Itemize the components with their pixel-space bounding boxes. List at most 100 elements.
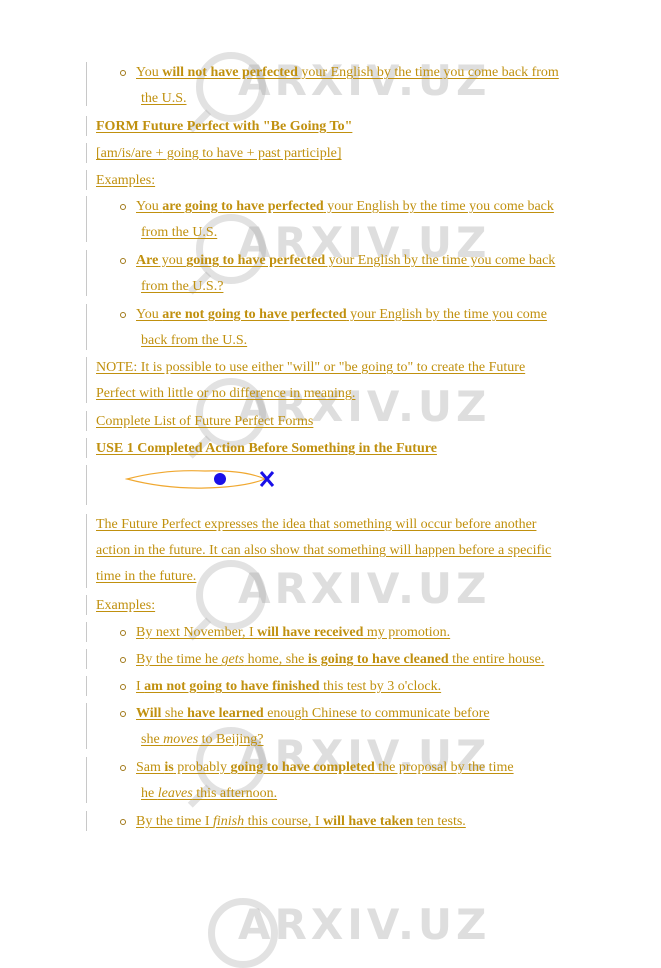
example-link[interactable]: By the time I finish this course, I will… [136, 814, 466, 830]
bullet-icon [120, 684, 126, 690]
examples-label[interactable]: Examples: [96, 173, 155, 189]
watermark-magnifier-icon [208, 898, 278, 968]
bullet-icon [120, 819, 126, 825]
text: your English by the time you come back f… [297, 65, 559, 80]
text: the entire house. [448, 652, 545, 667]
bullet-icon [120, 70, 126, 76]
verb-phrase: have learned [187, 706, 264, 721]
example-link-continuation[interactable]: the U.S. [141, 91, 187, 107]
example-item: Will she have learned enough Chinese to … [86, 703, 617, 749]
example-item: Are you going to have perfected your Eng… [86, 250, 617, 296]
text: You [136, 199, 163, 214]
use1-description-line[interactable]: The Future Perfect expresses the idea th… [96, 517, 536, 533]
bullet-icon [120, 312, 126, 318]
example-link-continuation[interactable]: back from the U.S. [141, 333, 247, 349]
text: Sam [136, 760, 165, 775]
text: this course, I [244, 814, 324, 829]
text: By the time I [136, 814, 213, 829]
text: By the time he [136, 652, 222, 667]
document-page: ARXIV.UZ ARXIV.UZ ARXIV.UZ ARXIV.UZ ARXI… [0, 0, 661, 968]
example-link-continuation[interactable]: from the U.S. [141, 225, 217, 241]
example-item: You are going to have perfected your Eng… [86, 196, 617, 242]
verb-phrase: will not have perfected [162, 65, 298, 80]
use1-description-line[interactable]: action in the future. It can also show t… [96, 543, 551, 559]
bullet-icon [120, 711, 126, 717]
note-text[interactable]: NOTE: It is possible to use either "will… [96, 360, 525, 376]
note-text-continuation[interactable]: Perfect with little or no difference in … [96, 386, 355, 402]
italic-verb: moves [163, 732, 199, 747]
verb-phrase: are going to have perfected [162, 199, 324, 214]
examples-label[interactable]: Examples: [96, 598, 155, 614]
form-formula-row: [am/is/are + going to have + past partic… [86, 143, 617, 163]
bullet-icon [120, 657, 126, 663]
timeline-diagram-row [86, 465, 617, 505]
text: she [161, 706, 188, 721]
text: your English by the time you come back [323, 199, 554, 214]
text: probably [173, 760, 231, 775]
text: to Beijing? [198, 732, 264, 747]
text: You [136, 307, 163, 322]
example-link[interactable]: Sam is probably going to have completed … [136, 760, 514, 776]
watermark: ARXIV.UZ [238, 900, 491, 949]
form-formula[interactable]: [am/is/are + going to have + past partic… [96, 146, 342, 162]
verb-phrase: Will [136, 706, 162, 721]
example-link[interactable]: I am not going to have finished this tes… [136, 679, 441, 695]
note-row: NOTE: It is possible to use either "will… [86, 357, 617, 403]
example-item: By the time he gets home, she is going t… [86, 649, 617, 669]
example-link[interactable]: You will not have perfected your English… [136, 65, 559, 81]
example-link[interactable]: You are going to have perfected your Eng… [136, 199, 554, 215]
text: your English by the time you come [346, 307, 547, 322]
examples-label-row: Examples: [86, 170, 617, 190]
text: this afternoon. [192, 786, 278, 801]
example-link-continuation[interactable]: she moves to Beijing? [141, 732, 264, 748]
bullet-icon [120, 258, 126, 264]
complete-list-row: Complete List of Future Perfect Forms [86, 411, 617, 431]
example-link[interactable]: By the time he gets home, she is going t… [136, 652, 544, 668]
timeline-dot-icon [214, 473, 226, 485]
italic-verb: leaves [157, 786, 193, 801]
example-link-continuation[interactable]: from the U.S.? [141, 279, 223, 295]
text: You [136, 65, 163, 80]
verb-phrase: going to have perfected [186, 253, 326, 268]
verb-phrase: is going to have cleaned [307, 652, 449, 667]
use1-description-line[interactable]: time in the future. [96, 569, 196, 585]
text: I [136, 679, 145, 694]
text: your English by the time you come back [325, 253, 556, 268]
verb-phrase: am not going to have finished [144, 679, 320, 694]
verb-phrase: are not going to have perfected [162, 307, 347, 322]
verb-phrase: will have taken [323, 814, 414, 829]
example-link[interactable]: Are you going to have perfected your Eng… [136, 253, 555, 269]
example-item: Sam is probably going to have completed … [86, 757, 617, 803]
italic-verb: finish [213, 814, 245, 829]
timeline-x-icon [259, 471, 275, 487]
text: enough Chinese to communicate before [263, 706, 490, 721]
examples-label-row: Examples: [86, 595, 617, 615]
text: my promotion. [363, 625, 451, 640]
example-link[interactable]: You are not going to have perfected your… [136, 307, 547, 323]
use1-heading[interactable]: USE 1 Completed Action Before Something … [96, 441, 437, 457]
example-link[interactable]: Will she have learned enough Chinese to … [136, 706, 490, 722]
complete-list-link[interactable]: Complete List of Future Perfect Forms [96, 414, 313, 430]
text: ten tests. [413, 814, 466, 829]
timeline-ellipse [125, 470, 267, 489]
timeline-diagram [125, 470, 275, 489]
verb-phrase: will have received [257, 625, 364, 640]
verb-phrase: is [164, 760, 174, 775]
bullet-icon [120, 765, 126, 771]
example-item: By next November, I will have received m… [86, 622, 617, 642]
text: By next November, I [136, 625, 258, 640]
text: she [141, 732, 164, 747]
text: the proposal by the time [374, 760, 514, 775]
example-item: You are not going to have perfected your… [86, 304, 617, 350]
form-heading[interactable]: FORM Future Perfect with "Be Going To" [96, 119, 352, 135]
text: this test by 3 o'clock. [319, 679, 442, 694]
text: you [158, 253, 187, 268]
italic-verb: gets [221, 652, 245, 667]
example-link-continuation[interactable]: he leaves this afternoon. [141, 786, 277, 802]
use1-heading-row: USE 1 Completed Action Before Something … [86, 438, 617, 458]
example-link[interactable]: By next November, I will have received m… [136, 625, 450, 641]
example-item: You will not have perfected your English… [86, 62, 617, 106]
example-item: By the time I finish this course, I will… [86, 811, 617, 831]
text: he [141, 786, 158, 801]
text: home, she [244, 652, 308, 667]
